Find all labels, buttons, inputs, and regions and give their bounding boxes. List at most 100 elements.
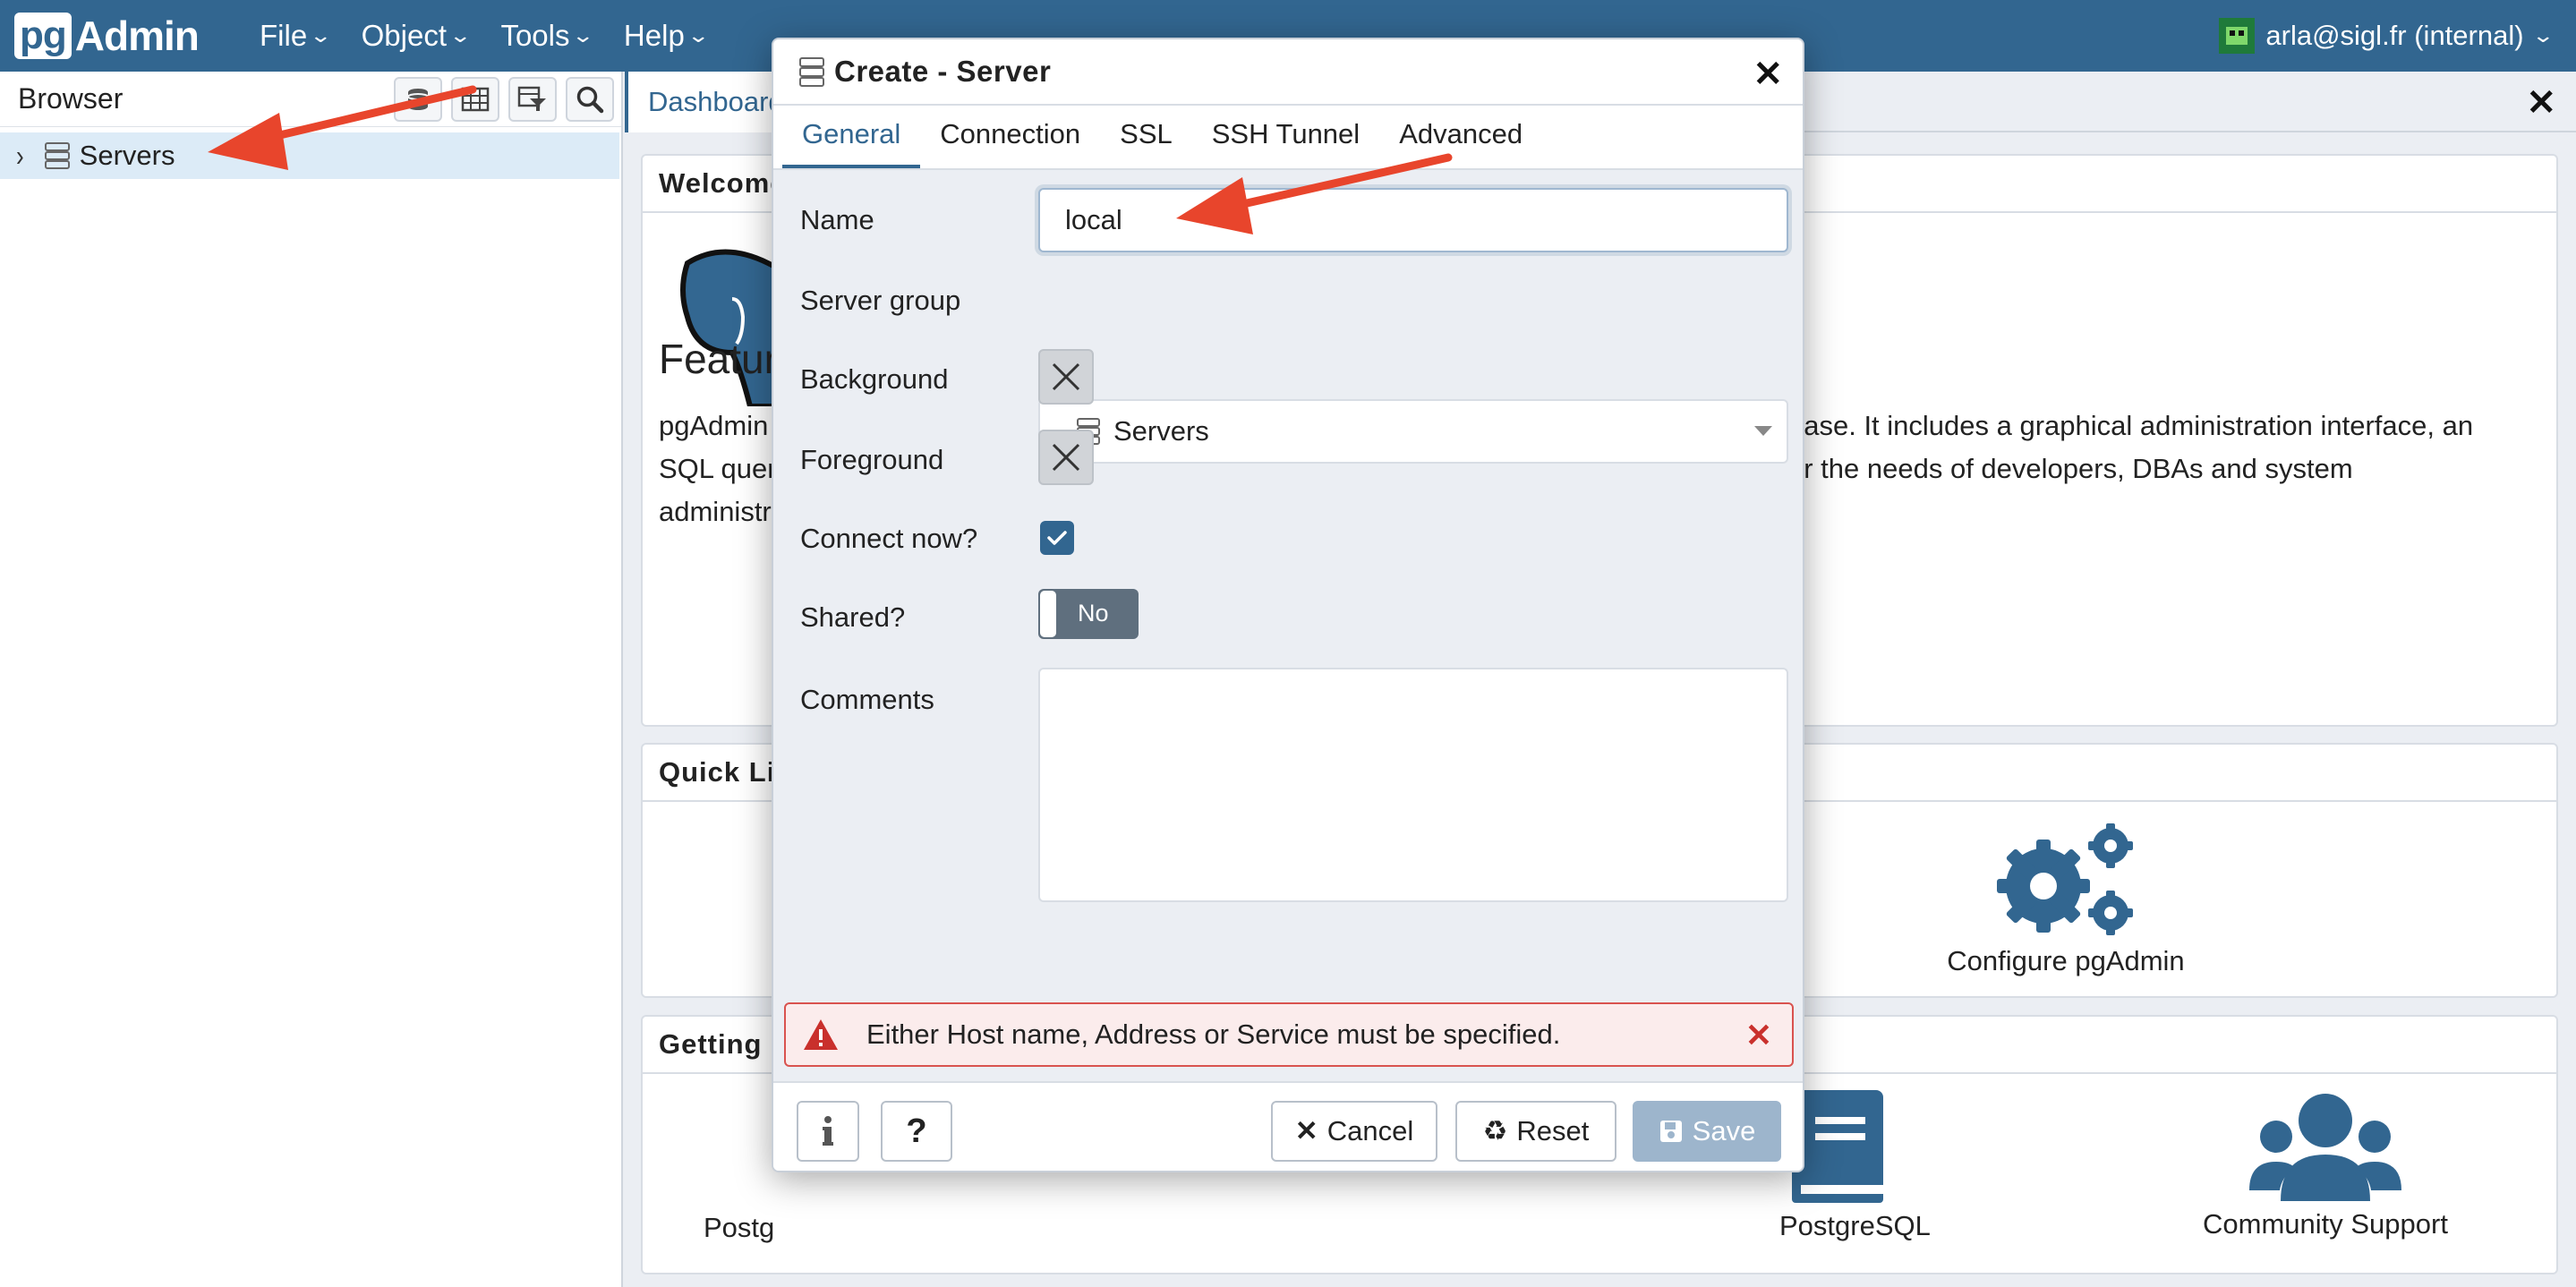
welcome-text-right-1: base. It includes a graphical administra… [1788,410,2474,441]
checkbox-checked[interactable] [1040,521,1074,555]
foreground-label: Foreground [800,444,944,475]
recycle-icon: ♻ [1482,1115,1508,1146]
name-input[interactable]: local [1038,188,1788,252]
tree-node-label: Servers [79,140,175,171]
save-button[interactable]: Save [1633,1101,1781,1162]
user-menu[interactable]: arla@sigl.fr (internal) ⌄ [2219,0,2555,72]
menu-help[interactable]: Help ⌄ [623,19,710,53]
server-group-value: Servers [1113,415,1209,447]
connect-now-label: Connect now? [800,523,978,554]
community-support-link[interactable]: Community Support [2182,1090,2469,1240]
server-group-label: Server group [800,285,961,316]
background-color-picker[interactable] [1038,349,1094,405]
table-icon [461,87,490,112]
comments-label: Comments [800,684,934,715]
chevron-right-icon[interactable]: › [16,138,24,174]
connect-now-checkbox[interactable] [1040,521,1074,555]
save-label: Save [1692,1115,1756,1146]
tab-advanced[interactable]: Advanced [1379,118,1542,168]
warning-icon [804,1019,838,1050]
reset-button[interactable]: ♻ Reset [1455,1101,1616,1162]
menu-object-label: Object [361,19,447,52]
browser-toolbar [394,77,614,122]
menu-object[interactable]: Object ⌄ [361,19,473,53]
logo-admin-text: Admin [74,13,200,59]
x-icon [1052,443,1080,472]
tab-connection[interactable]: Connection [920,118,1100,168]
community-support-label: Community Support [2203,1208,2448,1240]
server-icon [799,57,824,87]
question-icon: ? [906,1112,927,1150]
close-icon[interactable]: ✕ [2526,82,2556,124]
error-alert: Either Host name, Address or Service mus… [784,1002,1794,1067]
menu-help-label: Help [623,19,685,52]
save-icon [1659,1121,1682,1142]
tab-ssl[interactable]: SSL [1100,118,1192,168]
info-button[interactable] [797,1101,859,1162]
postgres-doc-link-label[interactable]: Postg [704,1212,774,1244]
browser-title: Browser [18,82,124,115]
clear-color-button[interactable] [1038,349,1094,405]
info-icon [823,1116,833,1146]
search-icon [576,86,604,114]
database-icon [407,89,429,110]
toggle-knob [1040,591,1056,637]
clear-color-button[interactable] [1038,430,1094,485]
tab-general[interactable]: General [782,118,921,168]
shared-toggle[interactable]: No [1038,589,1139,639]
logo-pg-text: pg [14,13,72,59]
close-icon[interactable]: ✕ [1745,1017,1772,1054]
cancel-label: Cancel [1326,1115,1414,1146]
x-icon: ✕ [1294,1115,1318,1146]
user-avatar-icon [2219,18,2256,54]
check-icon [1047,531,1067,545]
name-label: Name [800,204,874,235]
error-message: Either Host name, Address or Service mus… [866,1019,1561,1050]
dialog-footer: ? ✕ Cancel ♻ Reset Save [773,1081,1803,1171]
chevron-down-icon: ⌄ [2530,24,2555,47]
create-server-dialog: Create - Server ✕ General Connection SSL… [772,38,1804,1172]
gears-icon [1997,823,2133,935]
users-icon [2249,1094,2401,1201]
tree-node-servers[interactable]: › Servers [0,132,619,179]
tab-ssh-tunnel[interactable]: SSH Tunnel [1192,118,1379,168]
comments-textarea[interactable] [1038,668,1788,902]
postgresql-planet-link[interactable]: PostgreSQL [1779,1090,1967,1242]
tab-dashboard[interactable]: Dashboard [625,72,777,132]
filter-table-icon [517,86,546,111]
search-objects-button[interactable] [566,77,614,122]
dialog-header[interactable]: Create - Server ✕ [773,39,1803,106]
server-group-select[interactable]: Servers [1038,399,1788,464]
server-group-icon [44,142,70,169]
shared-label: Shared? [800,601,906,633]
query-tool-button[interactable] [394,77,442,122]
pgadmin-logo[interactable]: pg Admin [14,11,200,61]
background-label: Background [800,363,949,395]
x-icon [1052,362,1080,391]
reset-label: Reset [1516,1115,1590,1146]
chevron-down-icon: ⌄ [448,24,473,47]
configure-pgadmin-label: Configure pgAdmin [1947,945,2185,976]
toggle-value: No [1078,600,1109,626]
configure-pgadmin-link[interactable]: Configure pgAdmin [1941,823,2191,977]
menu-file-label: File [260,19,308,52]
view-data-button[interactable] [451,77,499,122]
dialog-title: Create - Server [834,55,1052,88]
toggle-switch[interactable]: No [1038,589,1139,639]
chevron-down-icon: ⌄ [571,24,595,47]
main-menu: File ⌄ Object ⌄ Tools ⌄ Help ⌄ [260,0,710,72]
postgresql-label: PostgreSQL [1779,1210,1931,1241]
foreground-color-picker[interactable] [1038,430,1094,485]
user-email: arla@sigl.fr (internal) [2265,20,2524,51]
caret-down-icon [1754,426,1772,436]
close-icon[interactable]: ✕ [1753,54,1783,95]
help-button[interactable]: ? [881,1101,952,1162]
menu-file[interactable]: File ⌄ [260,19,332,53]
menu-tools[interactable]: Tools ⌄ [500,19,594,53]
browser-header: Browser [0,72,621,127]
cancel-button[interactable]: ✕ Cancel [1271,1101,1437,1162]
filtered-rows-button[interactable] [508,77,557,122]
chevron-down-icon: ⌄ [309,24,333,47]
tab-dashboard-label: Dashboard [648,86,777,117]
menu-tools-label: Tools [500,19,570,52]
